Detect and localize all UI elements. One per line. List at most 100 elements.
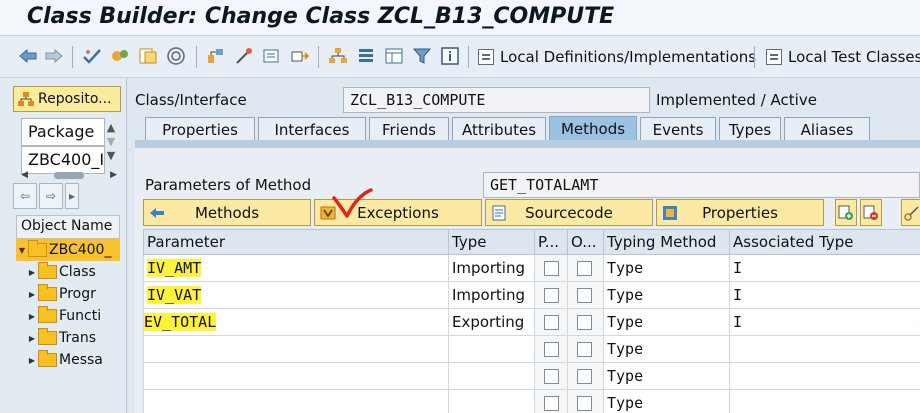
- stack-icon[interactable]: [356, 46, 376, 66]
- sourcecode-button[interactable]: Sourcecode: [485, 199, 653, 226]
- more-options-button[interactable]: ▸: [65, 183, 79, 209]
- local-test-classes-button[interactable]: Local Test Classes: [766, 44, 920, 70]
- parameter-cell[interactable]: IV_VAT: [143, 281, 449, 309]
- associated-type-cell[interactable]: I: [729, 281, 920, 309]
- method-name-field[interactable]: GET_TOTALAMT: [483, 172, 920, 198]
- column-header-typing-method[interactable]: Typing Method: [603, 229, 730, 255]
- pass-by-value-checkbox[interactable]: [544, 342, 559, 357]
- associated-type-cell[interactable]: I: [729, 254, 920, 282]
- object-list-icon[interactable]: [138, 46, 158, 66]
- pass-by-value-checkbox[interactable]: [544, 396, 559, 411]
- scroll-right-icon[interactable]: ▶: [110, 170, 117, 180]
- type-cell[interactable]: [448, 389, 535, 413]
- tree-node-messages[interactable]: ▶ Messa: [16, 349, 120, 371]
- local-definitions-button[interactable]: Local Definitions/Implementations: [478, 44, 756, 70]
- parameter-cell[interactable]: EV_TOTAL: [143, 308, 449, 336]
- insert-row-button[interactable]: [835, 199, 857, 226]
- repository-browser-button[interactable]: Reposito...: [13, 86, 121, 112]
- type-cell[interactable]: [448, 335, 535, 363]
- spin-up-icon[interactable]: ▲: [104, 120, 118, 134]
- tree-node-programs[interactable]: ▶ Progr: [16, 283, 120, 305]
- properties-button[interactable]: Properties: [656, 199, 824, 226]
- methods-button[interactable]: Methods: [143, 199, 311, 226]
- optional-checkbox[interactable]: [577, 288, 592, 303]
- tree-node-transactions[interactable]: ▶ Trans: [16, 327, 120, 349]
- horizontal-scrollbar[interactable]: ◀ ▶: [21, 170, 117, 180]
- tree-node-class[interactable]: ▶ Class: [16, 261, 120, 283]
- delete-row-button[interactable]: [860, 199, 882, 226]
- object-type-select[interactable]: Package: [21, 118, 105, 146]
- scroll-thumb[interactable]: [54, 171, 84, 179]
- tab-types[interactable]: Types: [719, 117, 781, 141]
- cut-button[interactable]: [901, 199, 920, 226]
- class-interface-field[interactable]: ZCL_B13_COMPUTE: [343, 87, 650, 113]
- pass-by-value-checkbox[interactable]: [544, 369, 559, 384]
- activate-icon[interactable]: [110, 46, 130, 66]
- parameter-cell[interactable]: [143, 389, 449, 413]
- scroll-left-icon[interactable]: ◀: [21, 170, 28, 180]
- tree-node-functions[interactable]: ▶ Functi: [16, 305, 120, 327]
- tab-friends[interactable]: Friends: [369, 117, 449, 141]
- type-cell[interactable]: Importing: [448, 281, 535, 309]
- pattern-icon[interactable]: [234, 46, 254, 66]
- object-value-input[interactable]: ZBC400_I: [21, 146, 105, 174]
- tree-node-package[interactable]: ▼ ZBC400_: [16, 239, 120, 261]
- display-object-list-icon[interactable]: [384, 46, 404, 66]
- tab-interfaces[interactable]: Interfaces: [258, 117, 366, 141]
- transport-icon[interactable]: [290, 46, 310, 66]
- hierarchy-icon[interactable]: [206, 46, 226, 66]
- column-header-type[interactable]: Type: [448, 229, 535, 255]
- where-used-icon[interactable]: [166, 46, 186, 66]
- optional-checkbox[interactable]: [577, 369, 592, 384]
- type-cell[interactable]: Exporting: [448, 308, 535, 336]
- expand-icon[interactable]: ▶: [26, 312, 38, 321]
- forward-arrow-icon[interactable]: [44, 46, 64, 66]
- previous-object-button[interactable]: ⇦: [13, 183, 37, 209]
- type-cell[interactable]: Importing: [448, 254, 535, 282]
- associated-type-cell[interactable]: I: [729, 308, 920, 336]
- tab-properties[interactable]: Properties: [145, 117, 255, 141]
- tree-structure-icon[interactable]: [328, 46, 348, 66]
- optional-checkbox[interactable]: [577, 396, 592, 411]
- pass-by-value-checkbox[interactable]: [544, 315, 559, 330]
- typing-method-cell[interactable]: Type: [603, 281, 730, 309]
- pass-by-value-checkbox[interactable]: [544, 261, 559, 276]
- expand-icon[interactable]: ▶: [26, 290, 38, 299]
- tab-attributes[interactable]: Attributes: [452, 117, 546, 141]
- optional-checkbox[interactable]: [577, 342, 592, 357]
- back-arrow-icon[interactable]: [18, 46, 38, 66]
- associated-type-cell[interactable]: [729, 335, 920, 363]
- optional-checkbox[interactable]: [577, 315, 592, 330]
- expand-icon[interactable]: ▶: [26, 356, 38, 365]
- column-header-optional[interactable]: O...: [567, 229, 604, 255]
- check-syntax-icon[interactable]: [82, 46, 102, 66]
- pass-by-value-checkbox[interactable]: [544, 288, 559, 303]
- info-icon[interactable]: [440, 46, 460, 66]
- column-header-pass-by-value[interactable]: P...: [534, 229, 568, 255]
- typing-method-cell[interactable]: Type: [603, 335, 730, 363]
- type-cell[interactable]: [448, 362, 535, 390]
- associated-type-cell[interactable]: [729, 389, 920, 413]
- tab-methods[interactable]: Methods: [549, 116, 637, 141]
- spin-down-icon[interactable]: ▼: [104, 148, 118, 162]
- typing-method-cell[interactable]: Type: [603, 254, 730, 282]
- spin-down-icon[interactable]: ▼: [104, 134, 118, 148]
- parameter-cell[interactable]: IV_AMT: [143, 254, 449, 282]
- associated-type-cell[interactable]: [729, 362, 920, 390]
- typing-method-cell[interactable]: Type: [603, 362, 730, 390]
- expand-icon[interactable]: ▶: [26, 334, 38, 343]
- parameter-cell[interactable]: [143, 335, 449, 363]
- column-header-parameter[interactable]: Parameter: [143, 229, 449, 255]
- column-header-associated-type[interactable]: Associated Type: [729, 229, 920, 255]
- expand-icon[interactable]: ▶: [26, 268, 38, 277]
- insert-statement-icon[interactable]: [262, 46, 282, 66]
- optional-checkbox[interactable]: [577, 261, 592, 276]
- typing-method-cell[interactable]: Type: [603, 308, 730, 336]
- parameter-cell[interactable]: [143, 362, 449, 390]
- typing-method-cell[interactable]: Type: [603, 389, 730, 413]
- filter-icon[interactable]: [412, 46, 432, 66]
- tab-aliases[interactable]: Aliases: [784, 117, 870, 141]
- next-object-button[interactable]: ⇨: [39, 183, 63, 209]
- collapse-icon[interactable]: ▼: [16, 246, 28, 255]
- tab-events[interactable]: Events: [640, 117, 716, 141]
